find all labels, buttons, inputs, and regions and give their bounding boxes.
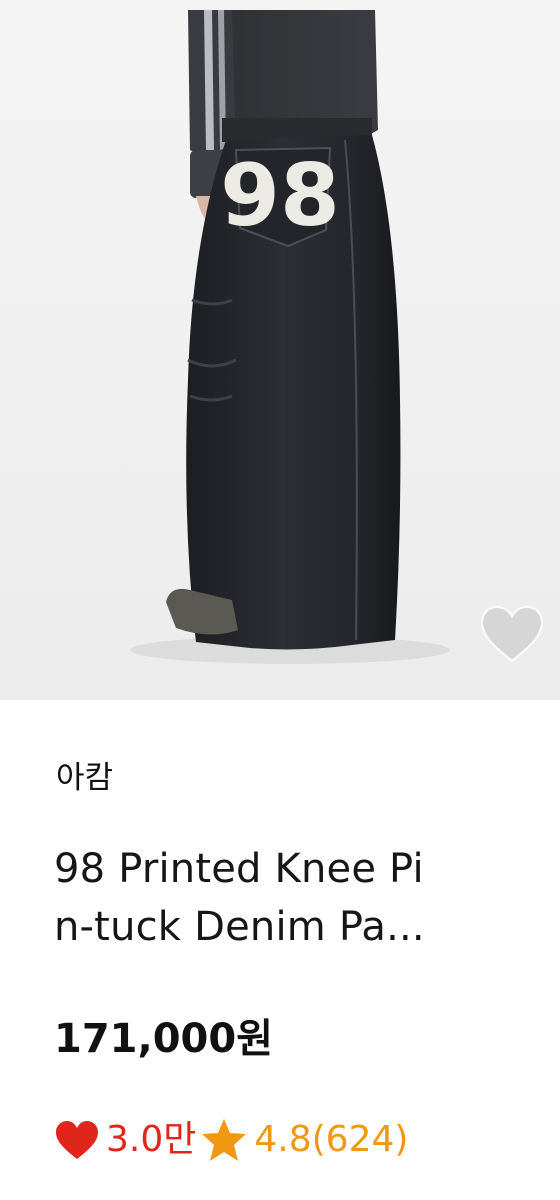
product-title-line-2: n-tuck Denim Pa... — [54, 904, 425, 950]
product-title-line-1: 98 Printed Knee Pi — [54, 846, 424, 892]
like-count: 3.0만 — [106, 1119, 197, 1160]
product-title[interactable]: 98 Printed Knee Pi n-tuck Denim Pa... — [54, 840, 524, 956]
star-icon — [202, 1119, 247, 1161]
heart-outline-icon — [480, 605, 544, 663]
price: 171,000원 — [54, 1016, 273, 1062]
print-98: 98 — [220, 146, 340, 246]
product-image[interactable]: 98 — [0, 0, 560, 700]
brand-name[interactable]: 아캄 — [56, 758, 113, 798]
product-photo: 98 — [0, 0, 560, 700]
wishlist-button[interactable] — [478, 603, 546, 665]
rating-text: 4.8(624) — [254, 1119, 409, 1160]
product-card[interactable]: 98 아캄 98 Printed Knee Pi n-tuck Denim Pa… — [0, 0, 560, 1200]
product-stats: 3.0만 4.8(624) — [54, 1114, 408, 1166]
heart-icon — [56, 1121, 98, 1159]
